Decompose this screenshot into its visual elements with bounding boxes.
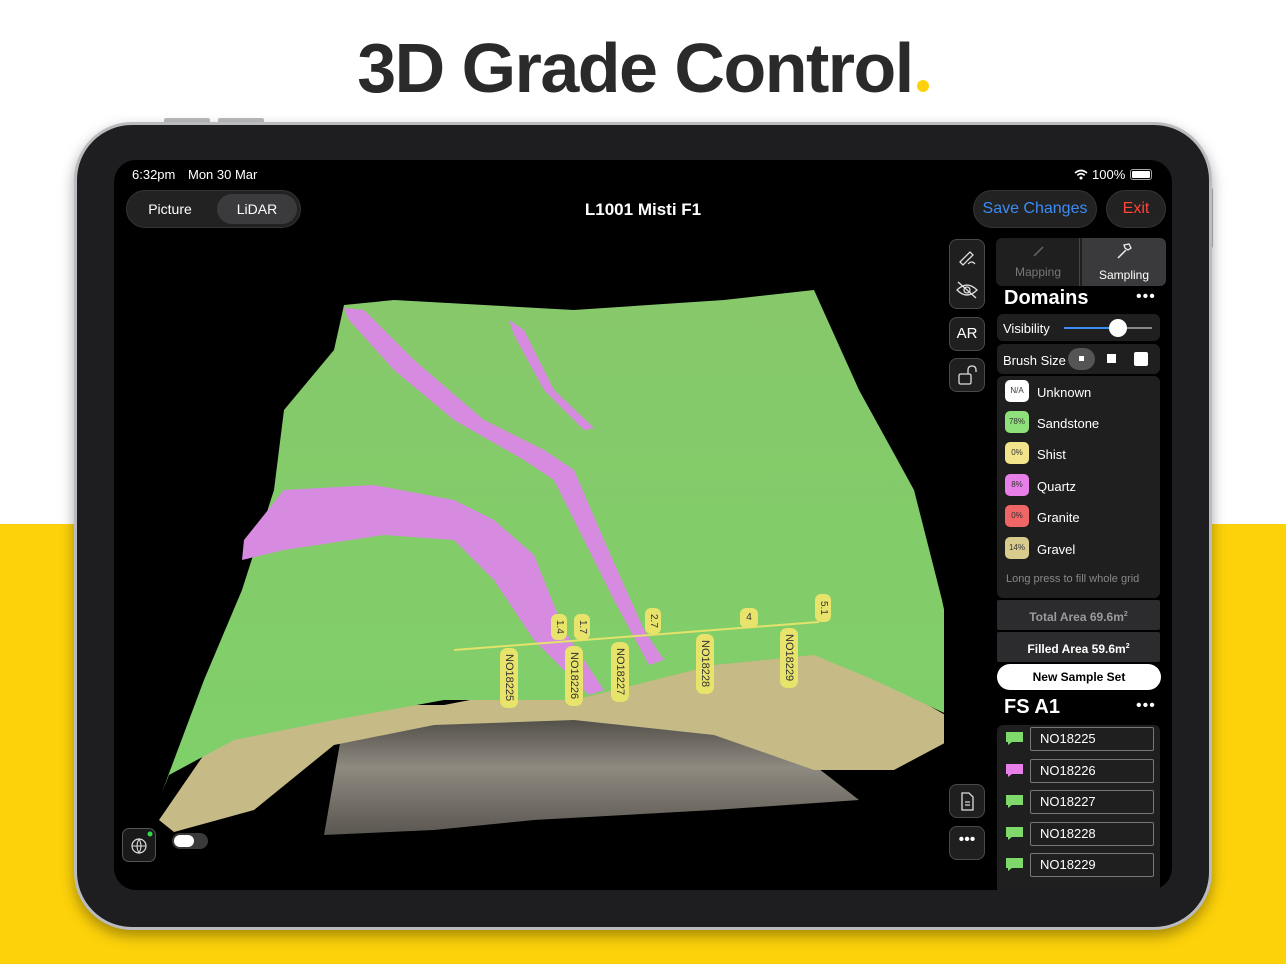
domain-badge: 0% bbox=[1005, 505, 1029, 527]
domain-name: Gravel bbox=[1037, 542, 1076, 557]
visibility-row: Visibility bbox=[997, 314, 1160, 341]
ar-button[interactable]: AR bbox=[949, 317, 985, 351]
globe-icon bbox=[131, 831, 153, 854]
sample-row[interactable]: NO18227 bbox=[997, 788, 1160, 819]
pencil-icon bbox=[1033, 246, 1044, 257]
save-changes-button[interactable]: Save Changes bbox=[973, 190, 1097, 228]
comment-icon bbox=[1006, 858, 1023, 871]
tab-mapping[interactable]: Mapping bbox=[996, 238, 1080, 286]
domains-more-button[interactable]: ••• bbox=[1136, 288, 1156, 306]
domain-item-sandstone[interactable]: 78% Sandstone bbox=[997, 407, 1160, 438]
globe-button[interactable] bbox=[122, 828, 156, 862]
app-screen: 6:32pm Mon 30 Mar 100% Picture LiDAR L10… bbox=[114, 160, 1172, 890]
domain-badge: 0% bbox=[1005, 442, 1029, 464]
domain-item-unknown[interactable]: N/A Unknown bbox=[997, 376, 1160, 407]
domain-list: N/A Unknown 78% Sandstone 0% Shist 8% Qu… bbox=[997, 376, 1160, 598]
line-value-tag: 2.7 bbox=[645, 608, 661, 634]
visibility-slider[interactable] bbox=[1064, 319, 1152, 337]
new-sample-set-button[interactable]: New Sample Set bbox=[997, 664, 1161, 690]
sample-row[interactable]: NO18229 bbox=[997, 851, 1160, 882]
comment-icon bbox=[1006, 827, 1023, 840]
lidar-3d-model[interactable] bbox=[114, 160, 944, 890]
visibility-label: Visibility bbox=[1003, 321, 1050, 336]
sample-id-field[interactable]: NO18226 bbox=[1030, 759, 1154, 783]
fill-hint: Long press to fill whole grid bbox=[1006, 573, 1140, 585]
sample-list: NO18225 NO18226 NO18227 NO18228 NO18229 bbox=[997, 725, 1160, 890]
brush-large-button[interactable] bbox=[1134, 352, 1148, 366]
domain-item-gravel[interactable]: 14% Gravel bbox=[997, 533, 1160, 564]
document-icon bbox=[961, 792, 974, 811]
domain-badge: 14% bbox=[1005, 537, 1029, 559]
document-button[interactable] bbox=[949, 784, 985, 818]
domain-name: Quartz bbox=[1037, 479, 1077, 494]
exit-button[interactable]: Exit bbox=[1106, 190, 1166, 228]
domain-name: Unknown bbox=[1037, 385, 1092, 400]
pen-icon[interactable] bbox=[950, 240, 984, 274]
brush-size-row: Brush Size bbox=[997, 344, 1160, 374]
domain-badge: N/A bbox=[1005, 380, 1029, 402]
sample-id-field[interactable]: NO18225 bbox=[1030, 727, 1154, 751]
comment-icon bbox=[1006, 732, 1023, 745]
sample-id-field[interactable]: NO18228 bbox=[1030, 822, 1154, 846]
sample-id-field[interactable]: NO18229 bbox=[1030, 853, 1154, 877]
tool-group bbox=[949, 239, 985, 309]
total-area: Total Area 69.6m2 bbox=[997, 600, 1160, 630]
sample-row[interactable]: NO18225 bbox=[997, 725, 1160, 756]
brush-small-button[interactable] bbox=[1068, 348, 1095, 370]
domain-item-quartz[interactable]: 8% Quartz bbox=[997, 470, 1160, 501]
domain-item-shist[interactable]: 0% Shist bbox=[997, 438, 1160, 469]
battery-icon bbox=[1130, 169, 1152, 180]
hammer-icon bbox=[1117, 243, 1132, 259]
line-value-tag: 5.1 bbox=[815, 594, 831, 622]
sample-tag[interactable]: NO18225 bbox=[500, 648, 518, 708]
comment-icon bbox=[1006, 795, 1023, 808]
tab-sampling[interactable]: Sampling bbox=[1082, 238, 1166, 286]
eye-slash-icon[interactable] bbox=[950, 274, 984, 308]
sample-set-more-button[interactable]: ••• bbox=[1136, 697, 1156, 715]
mode-tabs: Mapping Sampling bbox=[996, 238, 1166, 286]
brush-medium-button[interactable] bbox=[1107, 354, 1116, 363]
line-value-tag: 4 bbox=[740, 608, 758, 628]
overlay-toggle[interactable] bbox=[172, 833, 208, 849]
more-options-button[interactable]: ••• bbox=[949, 826, 985, 860]
filled-area: Filled Area 59.6m2 bbox=[997, 632, 1160, 662]
sample-row[interactable]: NO18226 bbox=[997, 757, 1160, 788]
domain-badge: 78% bbox=[1005, 411, 1029, 433]
sample-tag[interactable]: NO18227 bbox=[611, 642, 629, 702]
lock-button[interactable] bbox=[949, 358, 985, 392]
domains-title: Domains bbox=[1004, 287, 1089, 309]
sample-set-title: FS A1 bbox=[1004, 696, 1060, 718]
sample-tag[interactable]: NO18229 bbox=[780, 628, 798, 688]
wifi-icon bbox=[1074, 169, 1088, 180]
domain-badge: 8% bbox=[1005, 474, 1029, 496]
comment-icon bbox=[1006, 764, 1023, 777]
sample-tag[interactable]: NO18228 bbox=[696, 634, 714, 694]
domain-item-granite[interactable]: 0% Granite bbox=[997, 501, 1160, 532]
battery-percent: 100% bbox=[1092, 167, 1126, 182]
domain-name: Sandstone bbox=[1037, 416, 1100, 431]
headline: 3D Grade Control bbox=[0, 28, 1286, 108]
sample-id-field[interactable]: NO18227 bbox=[1030, 790, 1154, 814]
sample-tag[interactable]: NO18226 bbox=[565, 646, 583, 706]
unlock-icon bbox=[958, 365, 977, 385]
sample-row[interactable]: NO18228 bbox=[997, 820, 1160, 851]
accent-dot bbox=[916, 80, 929, 92]
domain-name: Shist bbox=[1037, 447, 1066, 462]
brush-size-label: Brush Size bbox=[1003, 353, 1066, 368]
domain-name: Granite bbox=[1037, 510, 1080, 525]
line-value-tag: 1.4 bbox=[551, 614, 567, 640]
line-value-tag: 1.7 bbox=[574, 614, 590, 640]
